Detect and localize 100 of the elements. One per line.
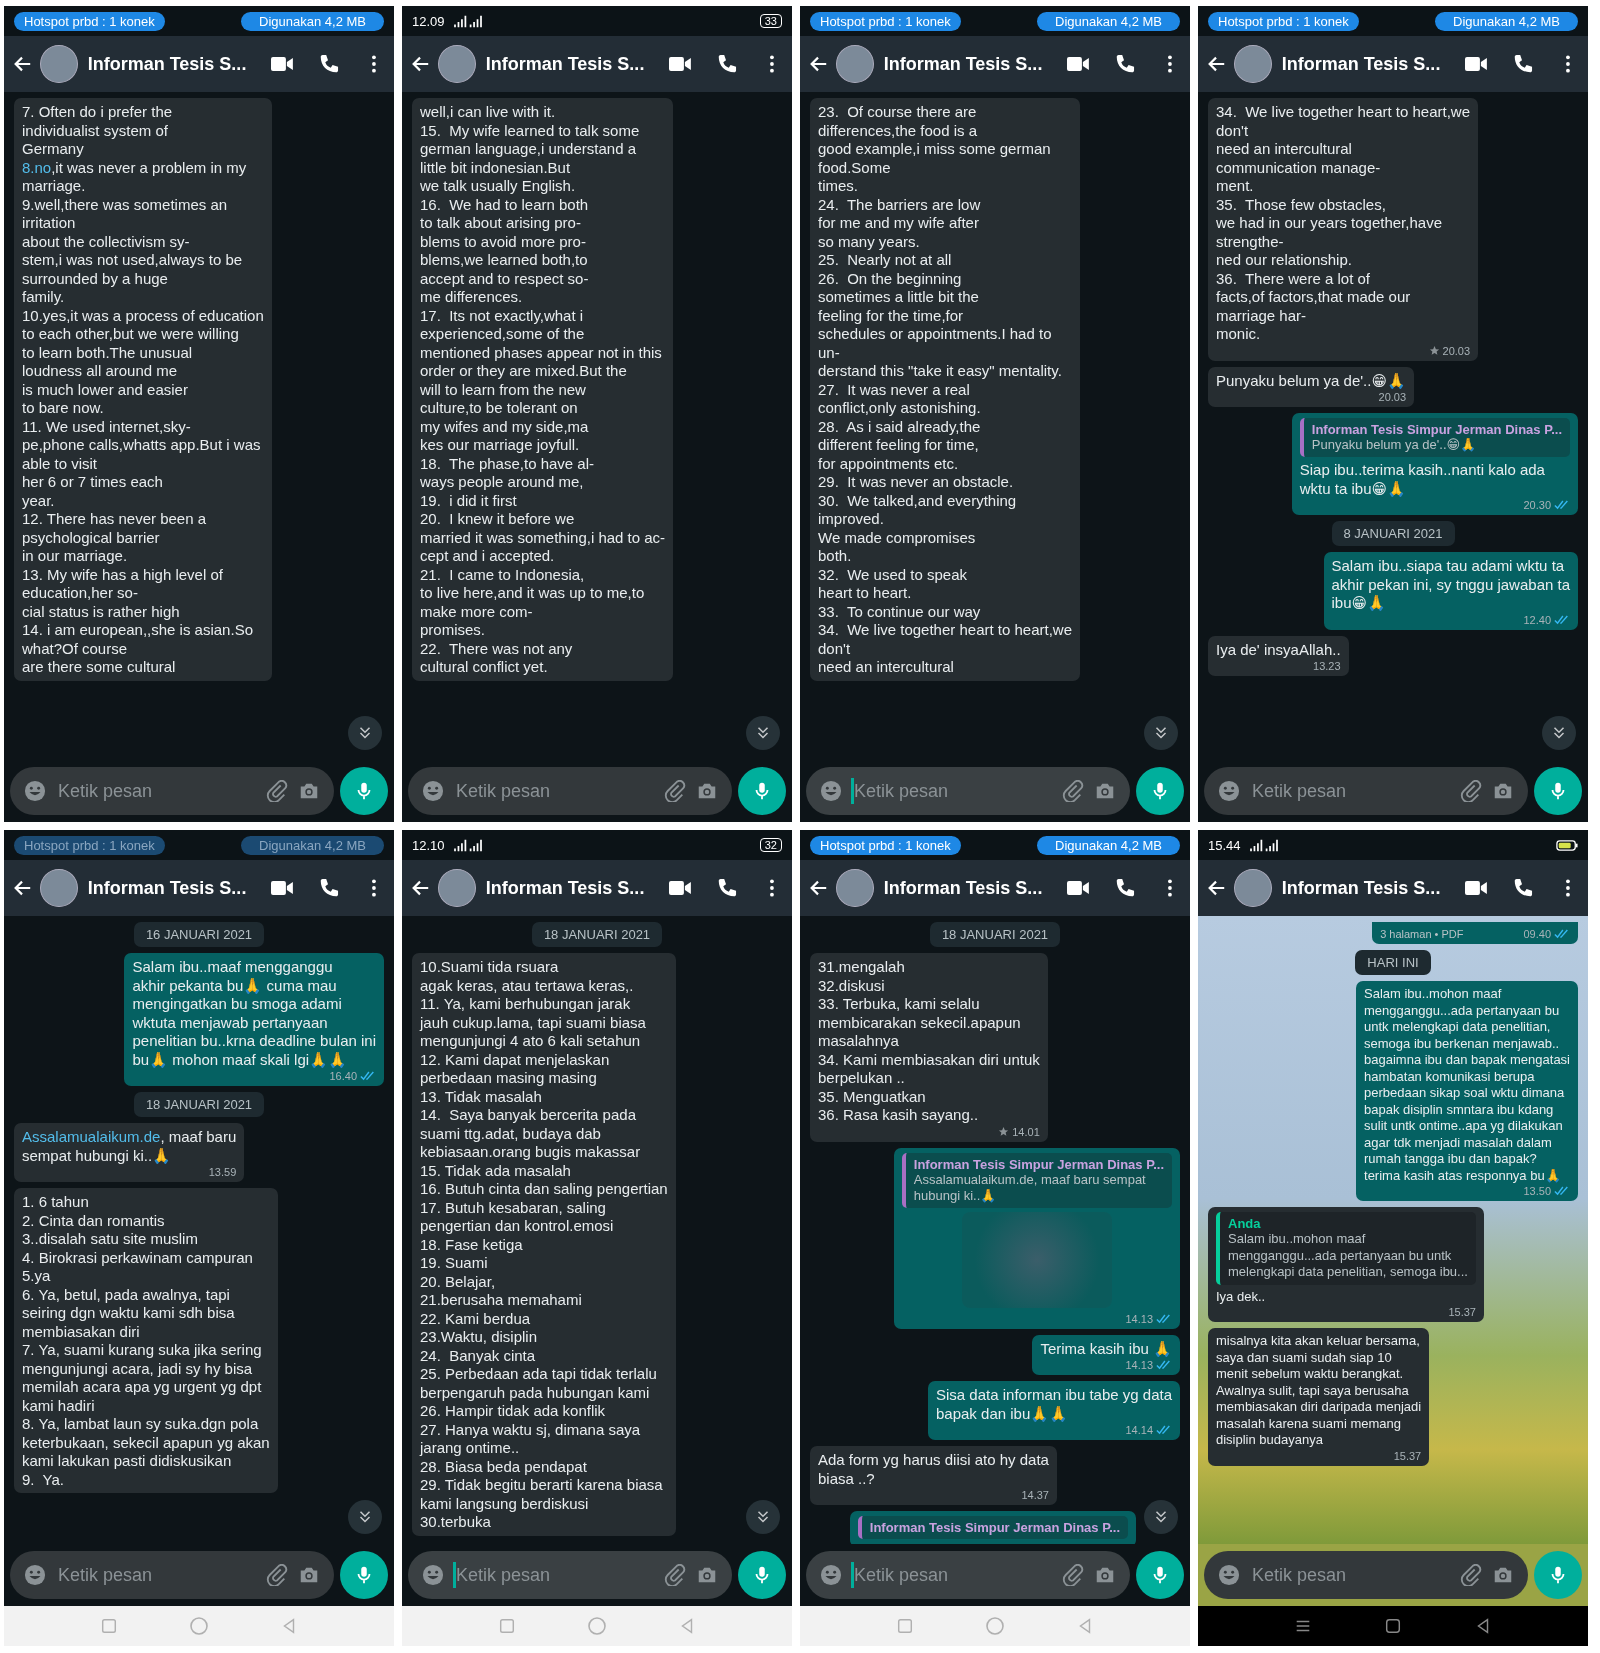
attach-icon[interactable]: [266, 780, 288, 802]
message-time: 14.13: [1125, 1312, 1153, 1325]
attach-icon[interactable]: [1460, 1564, 1482, 1586]
avatar[interactable]: [39, 45, 78, 83]
avatar[interactable]: [39, 869, 78, 907]
hotspot-label: Hotspot prbd : 1 konek: [1208, 11, 1359, 31]
emoji-icon[interactable]: [24, 1564, 46, 1586]
message-input[interactable]: Ketik pesan: [56, 779, 256, 803]
voice-message-button[interactable]: [340, 767, 388, 815]
date-chip: 18 JANUARI 2021: [929, 922, 1061, 947]
message-input[interactable]: Ketik pesan: [454, 1563, 654, 1587]
phone-call-icon[interactable]: [318, 877, 341, 899]
message-text: Punyaku belum ya de'..😁🙏: [1216, 371, 1407, 390]
attach-icon[interactable]: [1460, 780, 1482, 802]
avatar[interactable]: [835, 45, 874, 83]
message-field[interactable]: Ketik pesan: [10, 767, 334, 815]
message-text: Ada form yg harus diisi ato hy data biasa ..?: [818, 1451, 1049, 1488]
contact-name[interactable]: Informan Tesis S...: [883, 53, 1043, 75]
contact-name[interactable]: Informan Tesis S...: [87, 53, 247, 75]
phone-call-icon[interactable]: [1114, 53, 1137, 75]
emoji-icon[interactable]: [422, 780, 444, 802]
quote-author: Anda: [1228, 1216, 1262, 1231]
message-field[interactable]: Ketik pesan: [806, 1551, 1130, 1599]
attach-icon[interactable]: [1062, 780, 1084, 802]
quote-author: Informan Tesis Simpur Jerman Dinas P...: [913, 1156, 1164, 1172]
voice-message-button[interactable]: [1534, 767, 1582, 815]
quote-text: Assalamualaikum.de, maaf baru sempat hubungi ki..🙏: [913, 1171, 1147, 1204]
scroll-down-button[interactable]: [1144, 716, 1178, 750]
message-input[interactable]: Ketik pesan: [1250, 1563, 1450, 1587]
message-text: Iya dek..: [1216, 1288, 1267, 1305]
message-text: Sisa data informan ibu tabe yg data bapak dan ibu🙏🙏: [936, 1386, 1172, 1423]
emoji-icon[interactable]: [422, 1564, 444, 1586]
contact-name[interactable]: Informan Tesis S...: [1281, 53, 1441, 75]
message-field[interactable]: Ketik pesan: [408, 1551, 732, 1599]
voice-message-button[interactable]: [1136, 767, 1184, 815]
message-field[interactable]: Ketik pesan: [806, 767, 1130, 815]
phone-call-icon[interactable]: [1512, 877, 1535, 899]
link[interactable]: Assalamualaikum.de: [22, 1128, 161, 1145]
data-usage-label: Digunakan 4,2 MB: [241, 835, 384, 855]
message-time: 13.23: [1313, 660, 1341, 672]
voice-message-button[interactable]: [738, 1551, 786, 1599]
avatar[interactable]: [835, 869, 874, 907]
voice-message-button[interactable]: [340, 1551, 388, 1599]
hotspot-label: Hotspot prbd : 1 konek: [14, 835, 165, 855]
avatar[interactable]: [1233, 45, 1272, 83]
voice-message-button[interactable]: [738, 767, 786, 815]
avatar[interactable]: [1233, 869, 1272, 907]
phone-call-icon[interactable]: [716, 877, 739, 899]
emoji-icon[interactable]: [1218, 1564, 1240, 1586]
message-text: Assalamualaikum.de, maaf baru sempat hubungi ki..🙏: [22, 1128, 237, 1165]
hotspot-label: Hotspot prbd : 1 konek: [810, 835, 961, 855]
avatar[interactable]: [437, 869, 476, 907]
phone-call-icon[interactable]: [318, 53, 341, 75]
phone-call-icon[interactable]: [1512, 53, 1535, 75]
contact-name[interactable]: Informan Tesis S...: [485, 877, 645, 899]
attach-icon[interactable]: [1062, 1564, 1084, 1586]
link[interactable]: 8.no: [22, 158, 52, 176]
message-text: Iya de' insyaAllah..: [1216, 640, 1341, 659]
attach-icon[interactable]: [664, 780, 686, 802]
scroll-down-button[interactable]: [348, 1500, 382, 1534]
signal-icon: [452, 838, 483, 852]
message-text: Salam ibu..maaf mengganggu akhir pekanta bu🙏 cuma mau mengingatkan bu smoga adami wktuta menjawab pertanyaan penelitian bu..krna deadline bulan ini bu🙏 mohon maaf skali lgi🙏🙏: [132, 958, 376, 1069]
quote-author: Informan Tesis Simpur Jerman Dinas P...: [1311, 422, 1562, 437]
scroll-down-button[interactable]: [746, 716, 780, 750]
signal-icon: [1248, 838, 1279, 852]
message-input[interactable]: Ketik pesan: [454, 779, 654, 803]
battery-level: 33: [759, 14, 782, 28]
message-time: 15.37: [1448, 1306, 1476, 1318]
attach-icon[interactable]: [266, 1564, 288, 1586]
contact-name[interactable]: Informan Tesis S...: [87, 877, 247, 899]
message-field[interactable]: Ketik pesan: [1204, 767, 1528, 815]
contact-name[interactable]: Informan Tesis S...: [883, 877, 1043, 899]
message-input[interactable]: Ketik pesan: [852, 1563, 1052, 1587]
scroll-down-button[interactable]: [1144, 1500, 1178, 1534]
voice-message-button[interactable]: [1136, 1551, 1184, 1599]
message-text: 31.mengalah 32.diskusi 33. Terbuka, kami selalu membicarakan sekecil.apapun masalahnya 34. Kami membiasakan diri untuk berpelukan .. 35. Menguatkan 36. Rasa kasih sayang..: [818, 958, 1040, 1125]
scroll-down-button[interactable]: [1542, 716, 1576, 750]
emoji-icon[interactable]: [1218, 780, 1240, 802]
scroll-down-button[interactable]: [348, 716, 382, 750]
battery-icon: [1556, 838, 1578, 852]
attach-icon[interactable]: [664, 1564, 686, 1586]
message-input[interactable]: Ketik pesan: [1250, 779, 1450, 803]
message-input[interactable]: Ketik pesan: [56, 1563, 256, 1587]
message-input[interactable]: Ketik pesan: [852, 779, 1052, 803]
message-field[interactable]: Ketik pesan: [1204, 1551, 1528, 1599]
emoji-icon[interactable]: [820, 1564, 842, 1586]
hotspot-label: Hotspot prbd : 1 konek: [14, 11, 165, 31]
phone-call-icon[interactable]: [716, 53, 739, 75]
contact-name[interactable]: Informan Tesis S...: [485, 53, 645, 75]
message-field[interactable]: Ketik pesan: [10, 1551, 334, 1599]
emoji-icon[interactable]: [24, 780, 46, 802]
scroll-down-button[interactable]: [746, 1500, 780, 1534]
quote-author: Informan Tesis Simpur Jerman Dinas P...: [869, 1520, 1120, 1535]
home-square-icon[interactable]: [1384, 1617, 1402, 1635]
avatar[interactable]: [437, 45, 476, 83]
contact-name[interactable]: Informan Tesis S...: [1281, 877, 1441, 899]
phone-call-icon[interactable]: [1114, 877, 1137, 899]
emoji-icon[interactable]: [820, 780, 842, 802]
message-field[interactable]: Ketik pesan: [408, 767, 732, 815]
message-text: Siap ibu..terima kasih..nanti kalo ada wktu ta ibu😁🙏: [1299, 461, 1546, 498]
